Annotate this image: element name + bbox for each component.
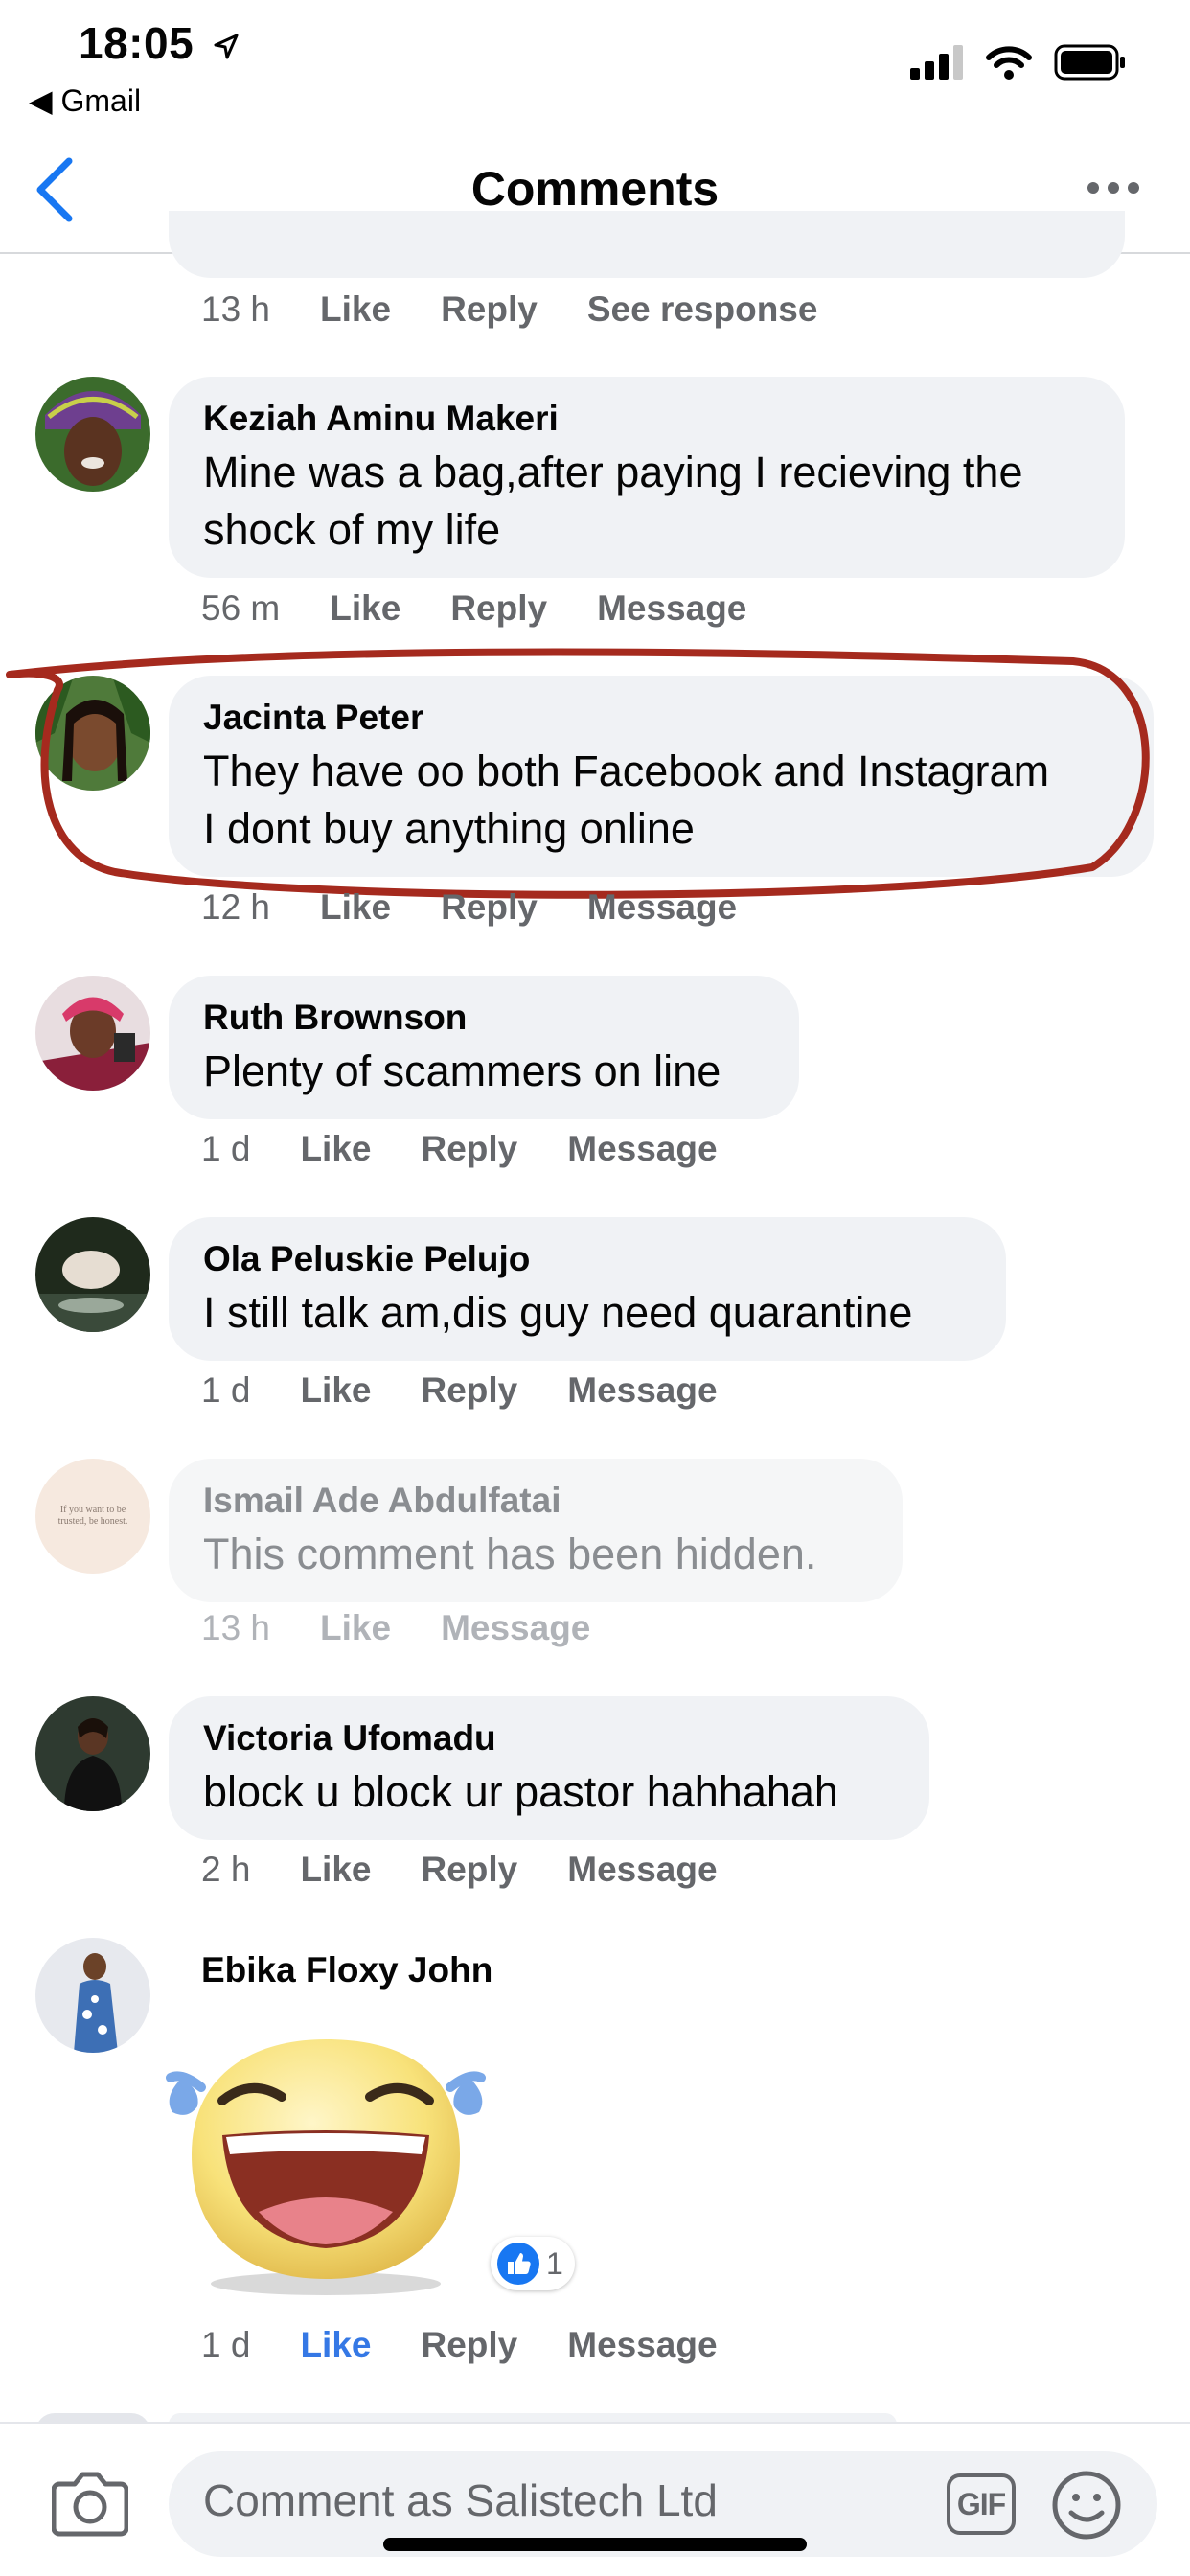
more-options-icon[interactable] xyxy=(1085,169,1142,207)
like-button[interactable]: Like xyxy=(320,887,391,928)
reply-button[interactable]: Reply xyxy=(441,289,538,330)
message-button[interactable]: Message xyxy=(567,1370,717,1411)
like-button[interactable]: Like xyxy=(300,2325,371,2365)
reply-button[interactable]: Reply xyxy=(421,2325,517,2365)
camera-icon[interactable] xyxy=(52,2465,128,2538)
comment-bubble[interactable]: Ismail Ade Abdulfatai This comment has b… xyxy=(169,1459,903,1602)
reply-button[interactable]: Reply xyxy=(421,1370,517,1411)
annotation-circle xyxy=(6,648,1150,899)
reply-button[interactable]: Reply xyxy=(421,1129,517,1169)
avatar-quote-text: If you want to be trusted, be honest. xyxy=(57,1505,128,1527)
like-button[interactable]: Like xyxy=(320,1608,391,1648)
comment-author[interactable]: Victoria Ufomadu xyxy=(203,1717,895,1760)
page-title: Comments xyxy=(470,162,720,216)
comment-meta: 13 h Like Reply See response xyxy=(201,289,818,330)
status-time: 18:05 xyxy=(79,17,240,69)
avatar[interactable] xyxy=(35,976,150,1091)
comment-meta: 1 d Like Reply Message xyxy=(201,1129,718,1169)
previous-comment-bubble xyxy=(169,211,1125,278)
like-button[interactable]: Like xyxy=(320,289,391,330)
comment-text: Plenty of scammers on line xyxy=(203,1046,721,1095)
reaction-badge[interactable]: 1 xyxy=(491,2237,575,2290)
reply-button[interactable]: Reply xyxy=(441,887,538,928)
reaction-count: 1 xyxy=(546,2245,563,2281)
avatar[interactable] xyxy=(35,1217,150,1332)
avatar[interactable] xyxy=(35,1696,150,1811)
message-button[interactable]: Message xyxy=(587,887,737,928)
comment-text: This comment has been hidden. xyxy=(203,1530,817,1578)
comment-author[interactable]: Ola Peluskie Pelujo xyxy=(203,1238,972,1280)
comment-bubble[interactable]: Keziah Aminu Makeri Mine was a bag,after… xyxy=(169,377,1125,578)
home-indicator xyxy=(383,2538,807,2551)
message-button[interactable]: Message xyxy=(567,2325,717,2365)
comment-bubble[interactable]: Ruth Brownson Plenty of scammers on line xyxy=(169,976,799,1119)
message-button[interactable]: Message xyxy=(597,588,746,629)
like-button[interactable]: Like xyxy=(300,1129,371,1169)
comment-meta: 1 d Like Reply Message xyxy=(201,1370,718,1411)
like-button[interactable]: Like xyxy=(300,1850,371,1890)
like-button[interactable]: Like xyxy=(300,1370,371,1411)
thumbs-up-icon xyxy=(497,2242,539,2285)
comment-bubble[interactable]: Victoria Ufomadu block u block ur pastor… xyxy=(169,1696,929,1840)
status-icons xyxy=(910,44,1127,80)
avatar[interactable] xyxy=(35,1938,150,2053)
gif-icon: GIF xyxy=(956,2486,1006,2521)
comment-bubble[interactable]: Ola Peluskie Pelujo I still talk am,dis … xyxy=(169,1217,1006,1361)
comment-meta: 13 h Like Message xyxy=(201,1608,591,1648)
location-arrow-icon xyxy=(214,34,239,59)
signal-icon xyxy=(910,45,963,80)
message-button[interactable]: Message xyxy=(441,1608,590,1648)
reply-button[interactable]: Reply xyxy=(450,588,547,629)
comment-text: block u block ur pastor hahhahah xyxy=(203,1767,838,1816)
comment-meta: 2 h Like Reply Message xyxy=(201,1850,718,1890)
see-response-button[interactable]: See response xyxy=(587,289,818,330)
comment-author[interactable]: Keziah Aminu Makeri xyxy=(203,398,1090,440)
message-button[interactable]: Message xyxy=(567,1129,717,1169)
comment-meta: 56 m Like Reply Message xyxy=(201,588,747,629)
back-to-gmail-link[interactable]: ◀ Gmail xyxy=(29,82,141,119)
comment-input-placeholder: Comment as Salistech Ltd xyxy=(203,2475,718,2525)
comment-author[interactable]: Ebika Floxy John xyxy=(201,1949,492,1991)
wifi-icon xyxy=(986,46,1032,80)
avatar[interactable] xyxy=(35,377,150,492)
comment-meta: 1 d Like Reply Message xyxy=(201,2325,718,2365)
comment-author[interactable]: Ruth Brownson xyxy=(203,997,765,1039)
comment-author[interactable]: Ismail Ade Abdulfatai xyxy=(203,1480,868,1522)
avatar[interactable]: If you want to be trusted, be honest. xyxy=(35,1459,150,1574)
comment-text: Mine was a bag,after paying I recieving … xyxy=(203,448,1023,554)
like-button[interactable]: Like xyxy=(330,588,400,629)
comment-text: I still talk am,dis guy need quarantine xyxy=(203,1288,913,1337)
reply-button[interactable]: Reply xyxy=(421,1850,517,1890)
battery-icon xyxy=(1054,44,1125,80)
gif-button[interactable]: GIF xyxy=(947,2473,1016,2535)
comment-meta: 12 h Like Reply Message xyxy=(201,887,738,928)
message-button[interactable]: Message xyxy=(567,1850,717,1890)
emoji-icon[interactable] xyxy=(1050,2469,1123,2542)
laughing-sticker-icon[interactable] xyxy=(163,2020,489,2298)
